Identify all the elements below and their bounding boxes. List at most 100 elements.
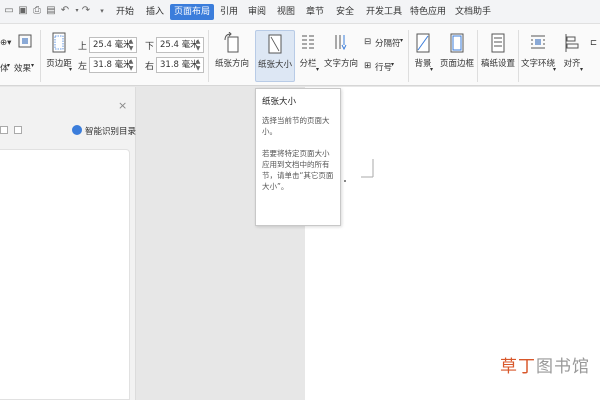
tab-chapters[interactable]: 章节 [302, 4, 328, 20]
expand-all-icon[interactable] [0, 126, 8, 134]
orientation-icon [224, 32, 239, 53]
paragraph-mark [344, 180, 346, 182]
paper-size-tooltip: 纸张大小 选择当前节的页面大小。 若要将特定页面大小应用到文档中的所有节，请单击… [255, 88, 341, 226]
tab-review[interactable]: 审阅 [244, 4, 270, 20]
manuscript-settings-button[interactable]: 稿纸设置 [480, 32, 516, 69]
effects-button[interactable] [14, 32, 36, 54]
background-dropdown-icon[interactable]: ▾ [430, 66, 433, 73]
spin-down-icon[interactable]: ▼ [194, 45, 202, 52]
spin-up-icon[interactable]: ▲ [194, 58, 202, 65]
spin-down-icon[interactable]: ▼ [194, 65, 202, 72]
line-number-dropdown-icon[interactable]: ▾ [391, 61, 394, 68]
ribbon-toolbar: ⊕▾ 体 ▾ 效果 ▾ 页边距 ▾ 上 25.4 毫米 ▲ ▼ 左 31.8 毫… [0, 24, 600, 86]
paper-size-label: 纸张大小 [257, 60, 292, 70]
spin-up-icon[interactable]: ▲ [127, 38, 135, 45]
effects-icon [18, 34, 32, 48]
orientation-button[interactable]: 纸张方向 [212, 32, 252, 69]
spin-up-icon[interactable]: ▲ [194, 38, 202, 45]
columns-button[interactable]: 分栏 [297, 32, 319, 69]
line-number-icon: ⊞ [364, 61, 372, 71]
theme-colors-icon[interactable]: ⊕▾ [0, 38, 11, 48]
left-margin-value: 31.8 毫米 [93, 60, 132, 70]
tooltip-description: 选择当前节的页面大小。 [262, 116, 330, 136]
smart-toc-button[interactable]: 智能识别目录 [85, 125, 136, 137]
background-button[interactable]: 背景 [411, 32, 435, 69]
background-icon [416, 33, 430, 53]
effects-dropdown-icon[interactable]: ▾ [31, 62, 34, 69]
tab-special-apps[interactable]: 特色应用 [406, 4, 450, 20]
tooltip-title: 纸张大小 [262, 97, 297, 107]
close-icon[interactable]: × [118, 99, 127, 112]
print-icon[interactable]: ⎙ [31, 5, 43, 17]
manuscript-label: 稿纸设置 [480, 59, 515, 69]
watermark-highlight: 草丁 [500, 357, 536, 377]
top-margin-value: 25.4 毫米 [93, 40, 132, 50]
left-margin-label: 左 [78, 62, 88, 72]
line-number-button[interactable]: 行号 [375, 61, 392, 73]
top-margin-label: 上 [78, 42, 88, 52]
ribbon-separator [40, 30, 41, 82]
tab-insert[interactable]: 插入 [142, 4, 168, 20]
spin-down-icon[interactable]: ▼ [127, 65, 135, 72]
collapse-all-icon[interactable] [14, 126, 22, 134]
page-border-button[interactable]: 页面边框 [439, 32, 475, 69]
undo-icon[interactable]: ↶ [59, 5, 71, 17]
paper-size-button[interactable]: 纸张大小 [255, 30, 295, 82]
ribbon-separator [208, 30, 209, 82]
align-button[interactable]: 对齐 [560, 32, 584, 69]
tab-home[interactable]: 开始 [112, 4, 138, 20]
separator-button[interactable]: 分隔符 [375, 37, 401, 49]
paper-size-icon [268, 34, 282, 54]
align-icon [565, 34, 579, 52]
spin-down-icon[interactable]: ▼ [127, 45, 135, 52]
tooltip-hint: 若要将特定页面大小应用到文档中的所有节，请单击“其它页面大小”。 [262, 149, 334, 191]
text-wrap-icon [531, 35, 545, 49]
margins-button[interactable]: 页边距 [44, 32, 74, 69]
text-wrap-label: 文字环绕 [520, 59, 555, 69]
tab-page-layout[interactable]: 页面布局 [170, 4, 215, 20]
columns-icon [302, 35, 314, 49]
separator-dropdown-icon[interactable]: ▾ [400, 37, 403, 44]
tab-developer[interactable]: 开发工具 [362, 4, 406, 20]
save-icon[interactable]: ▣ [17, 5, 29, 17]
left-margin-input[interactable]: 31.8 毫米 ▲ ▼ [89, 57, 137, 73]
separator-icon: ⊟ [364, 37, 372, 47]
tab-doc-assistant[interactable]: 文档助手 [451, 4, 495, 20]
page-border-icon [450, 33, 464, 53]
right-margin-label: 右 [145, 62, 155, 72]
tab-view[interactable]: 视图 [273, 4, 299, 20]
tab-security[interactable]: 安全 [332, 4, 358, 20]
top-margin-input[interactable]: 25.4 毫米 ▲ ▼ [89, 37, 137, 53]
text-direction-button[interactable]: 文字方向 [322, 32, 360, 69]
toc-list [0, 149, 130, 400]
bottom-margin-label: 下 [145, 42, 155, 52]
more-tools-icon[interactable]: ⊏ [590, 38, 597, 48]
tab-references[interactable]: 引用 [216, 4, 242, 20]
watermark-rest: 图书馆 [536, 357, 590, 377]
text-wrap-dropdown-icon[interactable]: ▾ [553, 66, 556, 73]
preview-icon[interactable]: ▤ [45, 5, 57, 17]
customize-toolbar-icon[interactable]: ▾ [96, 5, 108, 17]
ribbon-separator [518, 30, 519, 82]
effects-label: 效果 [14, 64, 32, 74]
columns-dropdown-icon[interactable]: ▾ [316, 66, 319, 73]
margins-icon [52, 32, 66, 53]
margin-corner-mark [361, 159, 374, 178]
ribbon-separator [477, 30, 478, 82]
open-icon[interactable]: ▭ [3, 5, 15, 17]
margins-dropdown-icon[interactable]: ▾ [69, 66, 72, 73]
bottom-margin-value: 25.4 毫米 [160, 40, 199, 50]
theme-fonts-dropdown-icon[interactable]: ▾ [7, 62, 10, 69]
text-direction-label: 文字方向 [323, 59, 358, 69]
ribbon-separator [408, 30, 409, 82]
right-margin-input[interactable]: 31.8 毫米 ▲ ▼ [156, 57, 204, 73]
align-dropdown-icon[interactable]: ▾ [580, 66, 583, 73]
spin-up-icon[interactable]: ▲ [127, 58, 135, 65]
smart-toc-icon [72, 125, 82, 135]
redo-icon[interactable]: ↷ [80, 5, 92, 17]
menu-bar: ▭ ▣ ⎙ ▤ ↶ ▾ ↷ ▾ 开始 插入 页面布局 引用 审阅 视图 章节 安… [0, 0, 600, 24]
bottom-margin-input[interactable]: 25.4 毫米 ▲ ▼ [156, 37, 204, 53]
navigation-pane: × 智能识别目录 [0, 87, 136, 400]
text-wrap-button[interactable]: 文字环绕 [520, 32, 556, 69]
page-border-label: 页面边框 [439, 59, 474, 69]
